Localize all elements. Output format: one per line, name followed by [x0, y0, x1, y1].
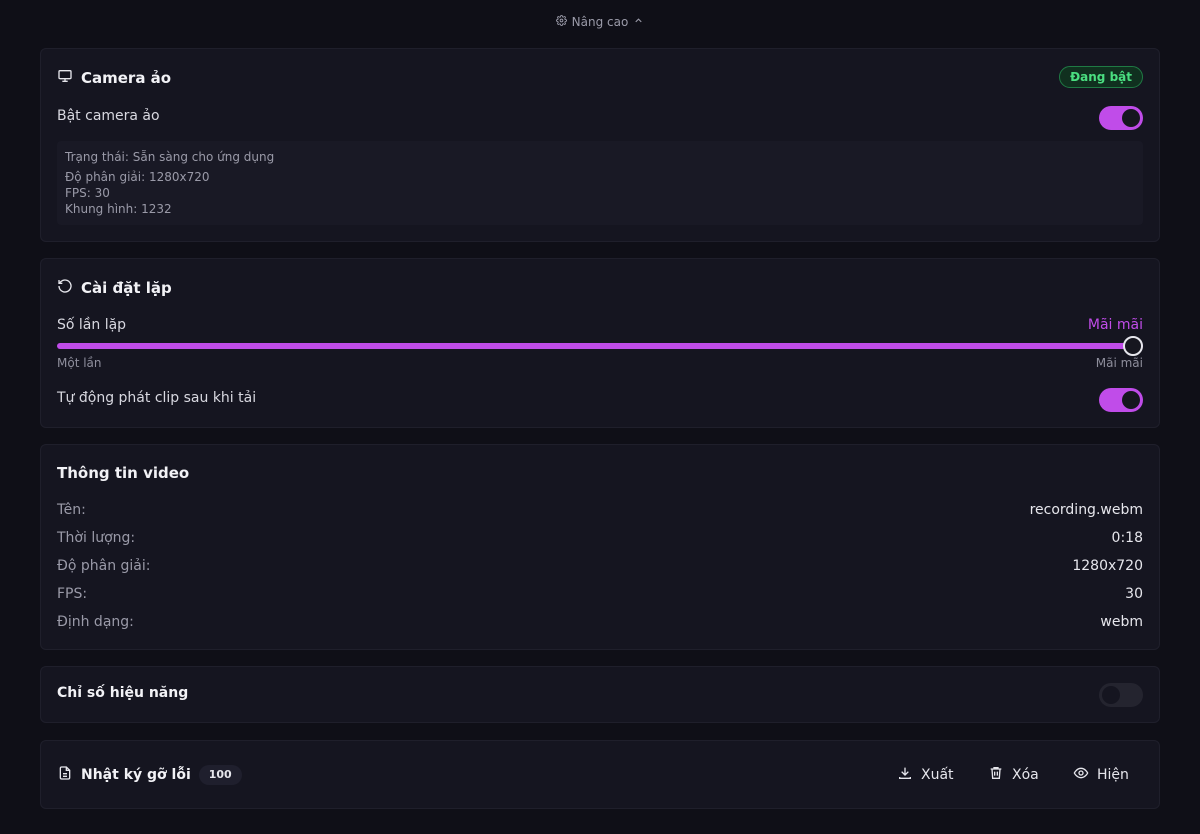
- advanced-toggle[interactable]: Nâng cao: [0, 15, 1200, 29]
- gear-icon: [555, 15, 567, 29]
- debug-log-card: Nhật ký gỡ lỗi 100 Xuất Xóa Hiện: [40, 740, 1160, 809]
- performance-card: Chỉ số hiệu năng: [40, 666, 1160, 723]
- advanced-label: Nâng cao: [571, 15, 629, 29]
- info-value: webm: [1100, 614, 1143, 630]
- info-value: 1280x720: [1072, 558, 1143, 574]
- info-key: Tên:: [57, 502, 86, 518]
- info-row: Thời lượng: 0:18: [57, 530, 1143, 546]
- export-button[interactable]: Xuất: [897, 765, 954, 785]
- info-row: Định dạng: webm: [57, 614, 1143, 630]
- export-label: Xuất: [921, 767, 954, 783]
- info-row: Tên: recording.webm: [57, 502, 1143, 518]
- info-value: 30: [1125, 586, 1143, 602]
- virtual-camera-title-text: Camera ảo: [81, 69, 172, 87]
- status-fps: FPS: 30: [65, 186, 110, 200]
- loop-settings-card: Cài đặt lặp Số lần lặp Mãi mãi Một lần M…: [40, 258, 1160, 428]
- performance-toggle[interactable]: [1099, 683, 1143, 707]
- loop-count-slider-thumb[interactable]: [1123, 336, 1143, 356]
- status-state: Trạng thái: Sẵn sàng cho ứng dụng: [65, 150, 275, 164]
- slider-min-label: Một lần: [57, 356, 102, 370]
- debug-log-title: Nhật ký gỡ lỗi 100: [57, 765, 242, 785]
- slider-max-label: Mãi mãi: [1095, 356, 1143, 370]
- trash-icon: [988, 765, 1004, 785]
- show-button[interactable]: Hiện: [1073, 765, 1129, 785]
- status-frames: Khung hình: 1232: [65, 202, 172, 216]
- rotate-ccw-icon: [57, 278, 73, 298]
- info-key: Thời lượng:: [57, 530, 136, 546]
- loop-count-slider[interactable]: [57, 343, 1143, 349]
- monitor-icon: [57, 68, 73, 88]
- clear-label: Xóa: [1012, 767, 1039, 783]
- performance-title: Chỉ số hiệu năng: [57, 685, 189, 701]
- status-resolution: Độ phân giải: 1280x720: [65, 170, 210, 184]
- virtual-camera-toggle-label: Bật camera ảo: [57, 108, 160, 124]
- loop-count-label: Số lần lặp: [57, 317, 127, 333]
- debug-log-title-text: Nhật ký gỡ lỗi: [81, 767, 191, 783]
- video-info-card: Thông tin video Tên: recording.webm Thời…: [40, 444, 1160, 650]
- chevron-up-icon: [633, 15, 644, 29]
- info-value: recording.webm: [1029, 502, 1143, 518]
- info-value: 0:18: [1111, 530, 1143, 546]
- status-badge: Đang bật: [1059, 66, 1143, 88]
- info-row: FPS: 30: [57, 586, 1143, 602]
- loop-settings-title: Cài đặt lặp: [57, 278, 172, 298]
- virtual-camera-card: Camera ảo Đang bật Bật camera ảo Trạng t…: [40, 48, 1160, 242]
- autoplay-label: Tự động phát clip sau khi tải: [57, 390, 257, 406]
- virtual-camera-title: Camera ảo: [57, 68, 171, 88]
- virtual-camera-toggle[interactable]: [1099, 106, 1143, 130]
- log-count-badge: 100: [198, 765, 242, 785]
- virtual-camera-status: Trạng thái: Sẵn sàng cho ứng dụng Độ phâ…: [57, 141, 1143, 225]
- loop-settings-title-text: Cài đặt lặp: [81, 279, 172, 297]
- info-key: FPS:: [57, 586, 88, 602]
- info-row: Độ phân giải: 1280x720: [57, 558, 1143, 574]
- info-key: Độ phân giải:: [57, 558, 151, 574]
- loop-count-value: Mãi mãi: [1087, 317, 1143, 333]
- video-info-title: Thông tin video: [57, 464, 190, 482]
- show-label: Hiện: [1097, 767, 1129, 783]
- info-key: Định dạng:: [57, 614, 134, 630]
- eye-icon: [1073, 765, 1089, 785]
- clear-button[interactable]: Xóa: [988, 765, 1039, 785]
- autoplay-toggle[interactable]: [1099, 388, 1143, 412]
- download-icon: [897, 765, 913, 785]
- file-text-icon: [57, 765, 73, 785]
